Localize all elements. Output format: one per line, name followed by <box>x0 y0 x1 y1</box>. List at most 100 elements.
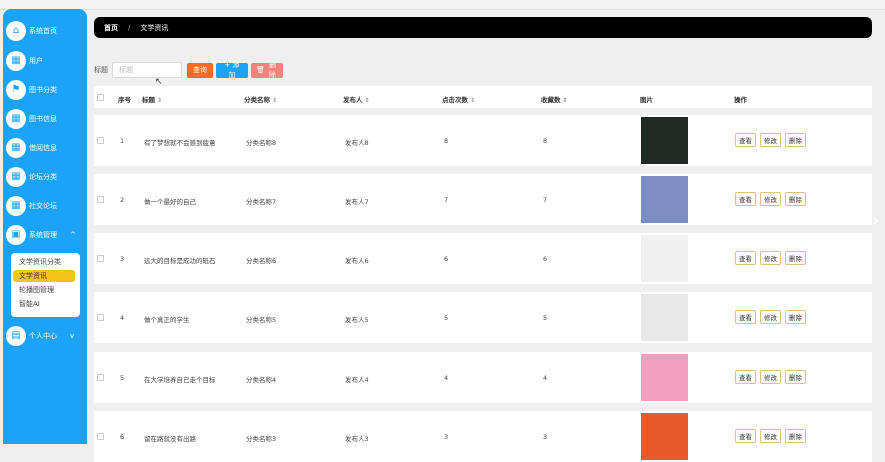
cell-clicks: 8 <box>444 137 449 145</box>
cell-favs: 7 <box>543 196 548 204</box>
sidebar-item-label: 图书信息 <box>29 115 57 123</box>
cell-clicks: 7 <box>444 196 449 204</box>
sidebar-item-label: 用户 <box>29 57 43 65</box>
table-row: 4 做个真正的学生 分类名称5 发布人5 5 5 查看 修改 删除 <box>94 292 872 343</box>
delete-row-button[interactable]: 删除 <box>785 251 806 265</box>
sidebar-item-3[interactable]: ▦ 图书信息 <box>6 108 57 130</box>
sidebar-item-8[interactable]: ▤ 个人中心 v <box>6 325 74 347</box>
view-row-button[interactable]: 查看 <box>735 133 756 147</box>
sidebar-item-4[interactable]: ▦ 借阅信息 <box>6 137 57 159</box>
cell-no: 6 <box>120 433 125 441</box>
home-icon: ⌂ <box>6 21 26 41</box>
column-header[interactable]: 发布人 ⇕ <box>343 94 370 104</box>
grid-icon: ▦ <box>6 51 26 71</box>
sidebar-item-5[interactable]: ▦ 论坛分类 <box>6 166 57 188</box>
submenu-item-literature-news[interactable]: 文学资讯 <box>13 270 75 282</box>
sort-icon[interactable]: ⇕ <box>470 97 475 104</box>
sidebar-item-6[interactable]: ▦ 社交论坛 <box>6 195 57 217</box>
sort-icon[interactable]: ⇕ <box>563 97 568 104</box>
row-checkbox[interactable] <box>97 137 104 144</box>
sidebar-item-2[interactable]: ⚑ 图书分类 <box>6 79 57 101</box>
cell-category: 分类名称6 <box>246 257 277 265</box>
column-header[interactable]: 分类名称 ⇕ <box>244 94 277 104</box>
view-row-button[interactable]: 查看 <box>735 192 756 206</box>
edit-row-button[interactable]: 修改 <box>760 251 781 265</box>
view-row-button[interactable]: 查看 <box>735 429 756 443</box>
row-checkbox[interactable] <box>97 196 104 203</box>
sidebar-item-7[interactable]: ▣ 系统管理 ^ <box>6 224 76 246</box>
chevron-up-icon: ^ <box>70 231 76 239</box>
search-label: 标题 <box>94 66 108 74</box>
book-cover-image <box>641 413 688 460</box>
edit-row-button[interactable]: 修改 <box>760 429 781 443</box>
submenu-item-ai[interactable]: 智能AI <box>13 298 75 310</box>
submenu-item-literature-category[interactable]: 文学资讯分类 <box>13 256 75 268</box>
breadcrumb: 首页 / 文学资讯 <box>94 17 872 38</box>
chevron-right-icon[interactable]: › <box>872 210 885 240</box>
view-row-button[interactable]: 查看 <box>735 370 756 384</box>
top-strip <box>0 0 885 10</box>
cell-favs: 6 <box>543 255 548 263</box>
cell-favs: 3 <box>543 433 548 441</box>
delete-button[interactable]: 🗑 删除 <box>251 61 283 79</box>
delete-row-button[interactable]: 删除 <box>785 370 806 384</box>
search-input[interactable] <box>112 62 182 78</box>
grid-icon: ▦ <box>6 167 26 187</box>
cell-title: 做一个最好的自己 <box>144 198 196 206</box>
row-checkbox[interactable] <box>97 433 104 440</box>
table-row: 1 有了梦想就不会感到疲惫 分类名称8 发布人8 8 8 查看 修改 删除 <box>94 115 872 166</box>
column-header-label: 收藏数 <box>541 96 561 104</box>
cell-category: 分类名称7 <box>246 198 277 206</box>
sort-icon[interactable]: ⇕ <box>157 97 162 104</box>
column-header: 操作 <box>734 94 747 104</box>
view-row-button[interactable]: 查看 <box>735 251 756 265</box>
edit-row-button[interactable]: 修改 <box>760 310 781 324</box>
delete-row-button[interactable]: 删除 <box>785 133 806 147</box>
row-checkbox[interactable] <box>97 255 104 262</box>
table-header-row: 序号 标题 ⇕ 分类名称 ⇕ 发布人 ⇕ 点击次数 ⇕ 收藏数 ⇕ 图片 操作 <box>94 86 872 108</box>
cell-favs: 4 <box>543 374 548 382</box>
edit-row-button[interactable]: 修改 <box>760 192 781 206</box>
cell-publisher: 发布人6 <box>345 257 369 265</box>
edit-row-button[interactable]: 修改 <box>760 370 781 384</box>
cell-category: 分类名称8 <box>246 139 277 147</box>
column-header-label: 标题 <box>142 96 155 104</box>
submenu-item-carousel[interactable]: 轮播图管理 <box>13 284 75 296</box>
breadcrumb-separator: / <box>128 23 131 32</box>
column-header[interactable]: 标题 ⇕ <box>142 94 162 104</box>
column-header-label: 操作 <box>734 96 747 104</box>
cell-no: 2 <box>120 196 125 204</box>
grid-icon: ▦ <box>6 196 26 216</box>
column-header-label: 图片 <box>640 96 653 104</box>
cell-publisher: 发布人5 <box>345 316 369 324</box>
cell-clicks: 6 <box>444 255 449 263</box>
cell-title: 做个真正的学生 <box>144 316 190 324</box>
row-checkbox[interactable] <box>97 374 104 381</box>
row-checkbox[interactable] <box>97 314 104 321</box>
cell-favs: 8 <box>543 137 548 145</box>
view-row-button[interactable]: 查看 <box>735 310 756 324</box>
data-table: 序号 标题 ⇕ 分类名称 ⇕ 发布人 ⇕ 点击次数 ⇕ 收藏数 ⇕ 图片 操作 1 有了梦想就不会感到疲惫分… <box>94 86 872 462</box>
book-cover-image <box>641 176 688 223</box>
breadcrumb-home[interactable]: 首页 <box>104 23 118 33</box>
sort-icon[interactable]: ⇕ <box>272 97 277 104</box>
table-row: 5 在大学培养自己走个目标 分类名称4 发布人4 4 4 查看 修改 删除 <box>94 352 872 403</box>
cell-title: 在大学培养自己走个目标 <box>144 376 216 384</box>
query-button[interactable]: 查询 <box>187 62 213 78</box>
delete-row-button[interactable]: 删除 <box>785 192 806 206</box>
column-header[interactable]: 收藏数 ⇕ <box>541 94 568 104</box>
edit-row-button[interactable]: 修改 <box>760 133 781 147</box>
select-all-checkbox[interactable] <box>97 94 104 101</box>
sidebar-item-0[interactable]: ⌂ 系统首页 <box>6 20 57 42</box>
column-header: 序号 <box>118 94 131 104</box>
column-header-label: 发布人 <box>343 96 363 104</box>
delete-row-button[interactable]: 删除 <box>785 310 806 324</box>
sidebar-item-label: 图书分类 <box>29 86 57 94</box>
column-header[interactable]: 点击次数 ⇕ <box>442 94 475 104</box>
sidebar-item-1[interactable]: ▦ 用户 <box>6 50 43 72</box>
sort-icon[interactable]: ⇕ <box>365 97 370 104</box>
sidebar-item-label: 借阅信息 <box>29 144 57 152</box>
cell-no: 4 <box>120 314 125 322</box>
add-button[interactable]: + 添加 <box>216 61 248 79</box>
delete-row-button[interactable]: 删除 <box>785 429 806 443</box>
